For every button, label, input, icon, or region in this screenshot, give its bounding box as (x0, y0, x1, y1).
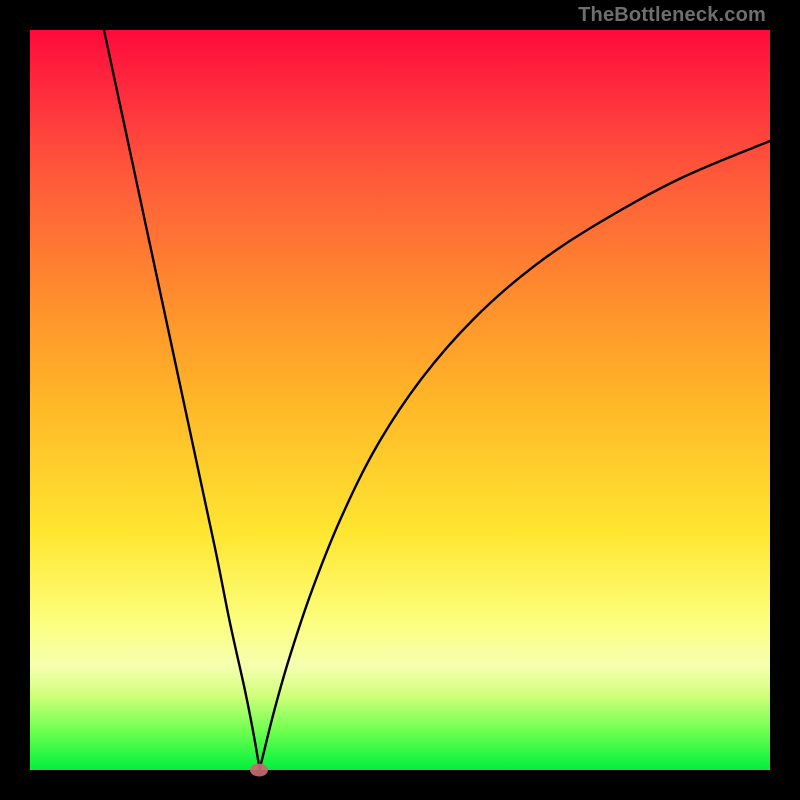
curve-left-branch (104, 30, 259, 770)
attribution-text: TheBottleneck.com (578, 4, 766, 27)
minimum-marker (250, 764, 268, 777)
plot-area (30, 30, 770, 770)
curve-svg (30, 30, 770, 770)
curve-right-branch (259, 141, 770, 770)
chart-frame: TheBottleneck.com (0, 0, 800, 800)
